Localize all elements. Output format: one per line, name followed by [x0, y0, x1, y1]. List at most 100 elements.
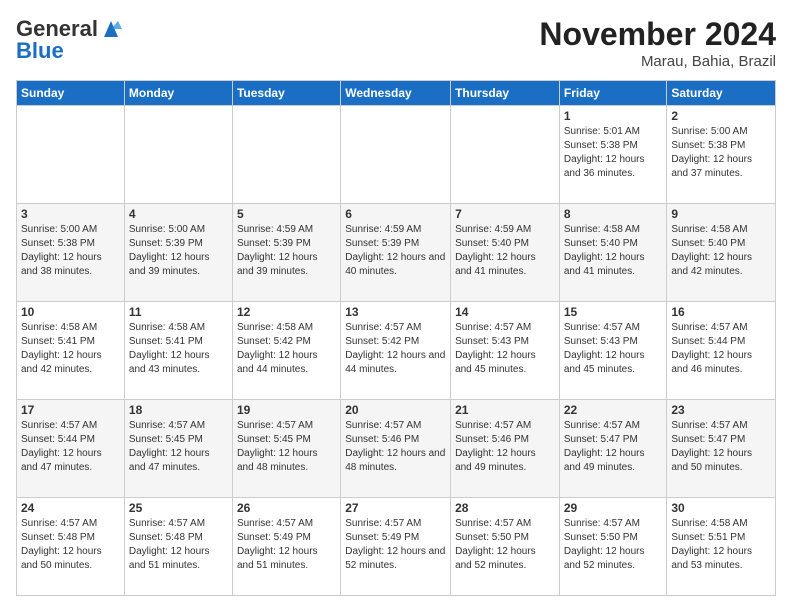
- cell-w5-d5: 29 Sunrise: 4:57 AMSunset: 5:50 PMDayligh…: [559, 498, 667, 596]
- day-info: Sunrise: 4:57 AMSunset: 5:47 PMDaylight:…: [564, 419, 663, 475]
- col-saturday: Saturday: [667, 81, 776, 106]
- day-number: 20: [345, 403, 446, 417]
- day-info: Sunrise: 5:01 AMSunset: 5:38 PMDaylight:…: [564, 125, 663, 181]
- cell-w3-d2: 12Sunrise: 4:58 AMSunset: 5:42 PMDayligh…: [232, 302, 340, 400]
- cell-w4-d1: 18 Sunrise: 4:57 AMSunset: 5:45 PMDayligh…: [124, 400, 232, 498]
- day-info: Sunrise: 4:58 AMSunset: 5:41 PMDaylight:…: [129, 321, 228, 377]
- month-title: November 2024: [539, 16, 776, 53]
- logo-icon: [100, 19, 122, 39]
- day-info: Sunrise: 4:59 AMSunset: 5:39 PMDaylight:…: [237, 223, 336, 279]
- cell-w2-d4: 7 Sunrise: 4:59 AMSunset: 5:40 PMDaylight…: [451, 204, 560, 302]
- cell-w3-d0: 10Sunrise: 4:58 AMSunset: 5:41 PMDayligh…: [17, 302, 125, 400]
- day-number: 3: [21, 207, 120, 221]
- day-info: Sunrise: 4:57 AMSunset: 5:48 PMDaylight:…: [21, 517, 120, 573]
- day-number: 18: [129, 403, 228, 417]
- cell-w1-d0: [17, 106, 125, 204]
- day-number: 25: [129, 501, 228, 515]
- day-number: 13: [345, 305, 446, 319]
- week-row-3: 10Sunrise: 4:58 AMSunset: 5:41 PMDayligh…: [17, 302, 776, 400]
- col-wednesday: Wednesday: [341, 81, 451, 106]
- day-info: Sunrise: 4:57 AMSunset: 5:50 PMDaylight:…: [564, 517, 663, 573]
- day-number: 19: [237, 403, 336, 417]
- day-number: 27: [345, 501, 446, 515]
- cell-w4-d3: 20 Sunrise: 4:57 AMSunset: 5:46 PMDayligh…: [341, 400, 451, 498]
- day-number: 24: [21, 501, 120, 515]
- day-info: Sunrise: 4:58 AMSunset: 5:41 PMDaylight:…: [21, 321, 120, 377]
- cell-w2-d2: 5 Sunrise: 4:59 AMSunset: 5:39 PMDaylight…: [232, 204, 340, 302]
- cell-w2-d5: 8 Sunrise: 4:58 AMSunset: 5:40 PMDaylight…: [559, 204, 667, 302]
- cell-w3-d4: 14 Sunrise: 4:57 AMSunset: 5:43 PMDayligh…: [451, 302, 560, 400]
- day-info: Sunrise: 4:59 AMSunset: 5:40 PMDaylight:…: [455, 223, 555, 279]
- day-number: 17: [21, 403, 120, 417]
- day-number: 23: [671, 403, 771, 417]
- col-monday: Monday: [124, 81, 232, 106]
- day-info: Sunrise: 4:58 AMSunset: 5:40 PMDaylight:…: [671, 223, 771, 279]
- day-number: 7: [455, 207, 555, 221]
- cell-w5-d4: 28Sunrise: 4:57 AMSunset: 5:50 PMDayligh…: [451, 498, 560, 596]
- day-info: Sunrise: 4:57 AMSunset: 5:42 PMDaylight:…: [345, 321, 446, 377]
- day-info: Sunrise: 4:57 AMSunset: 5:43 PMDaylight:…: [455, 321, 555, 377]
- day-number: 28: [455, 501, 555, 515]
- cell-w2-d6: 9 Sunrise: 4:58 AMSunset: 5:40 PMDaylight…: [667, 204, 776, 302]
- page: General Blue November 2024 Marau, Bahia,…: [0, 0, 792, 612]
- day-info: Sunrise: 5:00 AMSunset: 5:38 PMDaylight:…: [671, 125, 771, 181]
- cell-w1-d6: 2 Sunrise: 5:00 AMSunset: 5:38 PMDaylight…: [667, 106, 776, 204]
- day-number: 16: [671, 305, 771, 319]
- col-thursday: Thursday: [451, 81, 560, 106]
- day-info: Sunrise: 4:57 AMSunset: 5:46 PMDaylight:…: [345, 419, 446, 475]
- cell-w5-d2: 26Sunrise: 4:57 AMSunset: 5:49 PMDayligh…: [232, 498, 340, 596]
- day-number: 6: [345, 207, 446, 221]
- cell-w2-d1: 4 Sunrise: 5:00 AMSunset: 5:39 PMDaylight…: [124, 204, 232, 302]
- day-info: Sunrise: 4:57 AMSunset: 5:44 PMDaylight:…: [21, 419, 120, 475]
- day-info: Sunrise: 4:57 AMSunset: 5:46 PMDaylight:…: [455, 419, 555, 475]
- day-info: Sunrise: 4:58 AMSunset: 5:51 PMDaylight:…: [671, 517, 771, 573]
- cell-w3-d6: 16 Sunrise: 4:57 AMSunset: 5:44 PMDayligh…: [667, 302, 776, 400]
- cell-w3-d5: 15 Sunrise: 4:57 AMSunset: 5:43 PMDayligh…: [559, 302, 667, 400]
- week-row-4: 17 Sunrise: 4:57 AMSunset: 5:44 PMDayligh…: [17, 400, 776, 498]
- cell-w1-d4: [451, 106, 560, 204]
- day-info: Sunrise: 4:57 AMSunset: 5:44 PMDaylight:…: [671, 321, 771, 377]
- day-number: 14: [455, 305, 555, 319]
- day-number: 8: [564, 207, 663, 221]
- cell-w4-d2: 19 Sunrise: 4:57 AMSunset: 5:45 PMDayligh…: [232, 400, 340, 498]
- cell-w4-d4: 21 Sunrise: 4:57 AMSunset: 5:46 PMDayligh…: [451, 400, 560, 498]
- day-number: 4: [129, 207, 228, 221]
- cell-w4-d0: 17 Sunrise: 4:57 AMSunset: 5:44 PMDayligh…: [17, 400, 125, 498]
- cell-w3-d1: 11Sunrise: 4:58 AMSunset: 5:41 PMDayligh…: [124, 302, 232, 400]
- cell-w2-d0: 3Sunrise: 5:00 AMSunset: 5:38 PMDaylight…: [17, 204, 125, 302]
- cell-w2-d3: 6 Sunrise: 4:59 AMSunset: 5:39 PMDaylight…: [341, 204, 451, 302]
- cell-w5-d1: 25Sunrise: 4:57 AMSunset: 5:48 PMDayligh…: [124, 498, 232, 596]
- cell-w5-d3: 27 Sunrise: 4:57 AMSunset: 5:49 PMDayligh…: [341, 498, 451, 596]
- week-row-2: 3Sunrise: 5:00 AMSunset: 5:38 PMDaylight…: [17, 204, 776, 302]
- day-number: 30: [671, 501, 771, 515]
- day-number: 12: [237, 305, 336, 319]
- day-number: 9: [671, 207, 771, 221]
- day-info: Sunrise: 4:57 AMSunset: 5:49 PMDaylight:…: [345, 517, 446, 573]
- week-row-1: 1 Sunrise: 5:01 AMSunset: 5:38 PMDaylight…: [17, 106, 776, 204]
- cell-w1-d2: [232, 106, 340, 204]
- cell-w1-d3: [341, 106, 451, 204]
- day-number: 22: [564, 403, 663, 417]
- title-area: November 2024 Marau, Bahia, Brazil: [539, 16, 776, 70]
- day-number: 2: [671, 109, 771, 123]
- day-info: Sunrise: 4:58 AMSunset: 5:40 PMDaylight:…: [564, 223, 663, 279]
- col-tuesday: Tuesday: [232, 81, 340, 106]
- day-info: Sunrise: 4:59 AMSunset: 5:39 PMDaylight:…: [345, 223, 446, 279]
- day-info: Sunrise: 4:57 AMSunset: 5:45 PMDaylight:…: [129, 419, 228, 475]
- day-number: 21: [455, 403, 555, 417]
- location: Marau, Bahia, Brazil: [539, 53, 776, 70]
- day-number: 15: [564, 305, 663, 319]
- day-number: 5: [237, 207, 336, 221]
- day-number: 1: [564, 109, 663, 123]
- cell-w4-d5: 22 Sunrise: 4:57 AMSunset: 5:47 PMDayligh…: [559, 400, 667, 498]
- day-number: 29: [564, 501, 663, 515]
- week-row-5: 24 Sunrise: 4:57 AMSunset: 5:48 PMDayligh…: [17, 498, 776, 596]
- day-info: Sunrise: 4:57 AMSunset: 5:45 PMDaylight:…: [237, 419, 336, 475]
- cell-w1-d1: [124, 106, 232, 204]
- day-info: Sunrise: 4:57 AMSunset: 5:47 PMDaylight:…: [671, 419, 771, 475]
- logo: General Blue: [16, 16, 124, 64]
- cell-w3-d3: 13 Sunrise: 4:57 AMSunset: 5:42 PMDayligh…: [341, 302, 451, 400]
- day-info: Sunrise: 4:57 AMSunset: 5:43 PMDaylight:…: [564, 321, 663, 377]
- day-info: Sunrise: 5:00 AMSunset: 5:39 PMDaylight:…: [129, 223, 228, 279]
- calendar-table: Sunday Monday Tuesday Wednesday Thursday…: [16, 80, 776, 596]
